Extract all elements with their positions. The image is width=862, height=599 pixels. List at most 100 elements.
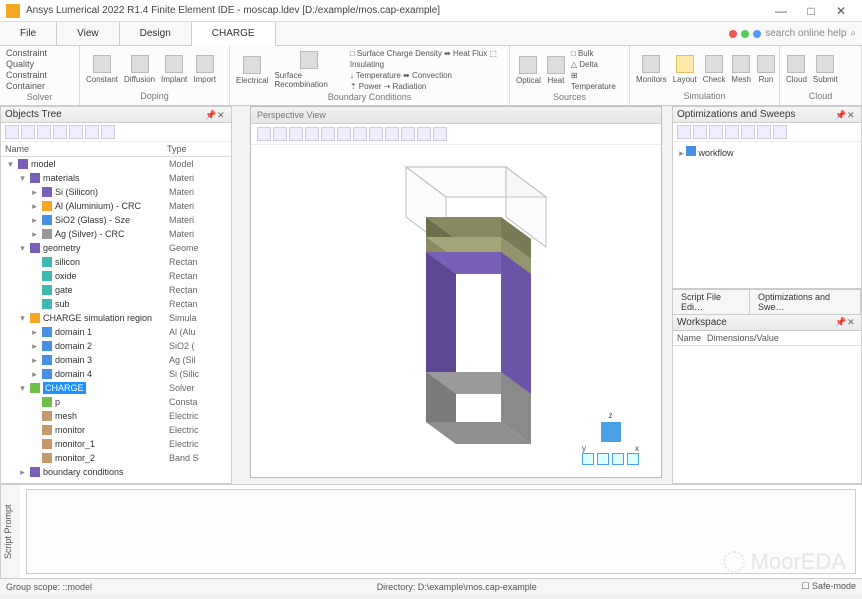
tree-row[interactable]: subRectan bbox=[1, 297, 231, 311]
expand-toggle-icon[interactable]: ▸ bbox=[30, 214, 39, 226]
expand-toggle-icon[interactable]: ▸ bbox=[30, 354, 39, 366]
vp-tool-3[interactable] bbox=[289, 127, 303, 141]
maximize-button[interactable]: □ bbox=[796, 1, 826, 21]
vp-tool-12[interactable] bbox=[433, 127, 447, 141]
vp-tool-7[interactable] bbox=[353, 127, 367, 141]
tree-row[interactable]: ▸ domain 1Al (Alu bbox=[1, 325, 231, 339]
tree-row[interactable]: monitor_1Electric bbox=[1, 437, 231, 451]
script-prompt-tab[interactable]: Script Prompt bbox=[0, 485, 20, 578]
tab-script-file-editor[interactable]: Script File Edi… bbox=[672, 289, 750, 315]
expand-toggle-icon[interactable]: ▸ bbox=[18, 466, 27, 478]
ribbon-mesh[interactable]: Mesh bbox=[731, 55, 751, 84]
panel-pin-icon[interactable]: 📌 bbox=[205, 110, 215, 120]
ribbon-surface-recomb[interactable]: Surface Recombination bbox=[274, 51, 343, 89]
tree-row[interactable]: monitorElectric bbox=[1, 423, 231, 437]
ribbon-cloud[interactable]: Cloud bbox=[786, 55, 807, 84]
ws-col-value[interactable]: Dimensions/Value bbox=[707, 333, 857, 343]
opt-pin-icon[interactable]: 📌 bbox=[835, 110, 845, 120]
tree-row[interactable]: ▸ Al (Aluminium) - CRCMateri bbox=[1, 199, 231, 213]
axis-triad[interactable]: z yx bbox=[582, 411, 639, 465]
opt-tool-1[interactable] bbox=[677, 125, 691, 139]
tree-row[interactable]: ▾ CHARGESolver bbox=[1, 381, 231, 395]
tree-list[interactable]: ▾ modelModel▾ materialsMateri▸ Si (Silic… bbox=[1, 157, 231, 483]
ribbon-delta[interactable]: △ Delta bbox=[571, 59, 623, 70]
tree-row[interactable]: oxideRectan bbox=[1, 269, 231, 283]
ws-close-icon[interactable]: ✕ bbox=[847, 317, 857, 327]
perspective-view-window[interactable]: Perspective View bbox=[250, 106, 662, 478]
opt-tool-6[interactable] bbox=[757, 125, 771, 139]
vp-tool-9[interactable] bbox=[385, 127, 399, 141]
tree-row[interactable]: pConsta bbox=[1, 395, 231, 409]
tree-tool-2[interactable] bbox=[21, 125, 35, 139]
tree-row[interactable]: ▸ domain 4Si (Silic bbox=[1, 367, 231, 381]
opt-workflow-item[interactable]: ▸ workflow bbox=[677, 146, 857, 159]
expand-toggle-icon[interactable]: ▾ bbox=[6, 158, 15, 170]
tree-row[interactable]: ▾ materialsMateri bbox=[1, 171, 231, 185]
ribbon-import[interactable]: Import bbox=[193, 55, 216, 84]
vp-tool-11[interactable] bbox=[417, 127, 431, 141]
axis-view-2[interactable] bbox=[597, 453, 609, 465]
ribbon-run[interactable]: Run bbox=[757, 55, 775, 84]
tree-row[interactable]: gateRectan bbox=[1, 283, 231, 297]
axis-view-3[interactable] bbox=[612, 453, 624, 465]
tree-col-name[interactable]: Name bbox=[5, 144, 167, 154]
ribbon-check[interactable]: Check bbox=[703, 55, 726, 84]
safe-mode-checkbox[interactable]: ☐ Safe-mode bbox=[801, 581, 856, 592]
expand-toggle-icon[interactable]: ▸ bbox=[30, 368, 39, 380]
tree-row[interactable]: ▸ boundary conditions bbox=[1, 465, 231, 479]
expand-toggle-icon[interactable]: ▸ bbox=[30, 186, 39, 198]
tree-row[interactable]: ▸ Si (Silicon)Materi bbox=[1, 185, 231, 199]
vp-tool-6[interactable] bbox=[337, 127, 351, 141]
expand-toggle-icon[interactable]: ▾ bbox=[18, 172, 27, 184]
ws-col-name[interactable]: Name bbox=[677, 333, 707, 343]
ribbon-diffusion[interactable]: Diffusion bbox=[124, 55, 155, 84]
tree-row[interactable]: siliconRectan bbox=[1, 255, 231, 269]
ws-pin-icon[interactable]: 📌 bbox=[835, 317, 845, 327]
close-button[interactable]: ✕ bbox=[826, 1, 856, 21]
ribbon-implant[interactable]: Implant bbox=[161, 55, 187, 84]
vp-tool-2[interactable] bbox=[273, 127, 287, 141]
ribbon-heat[interactable]: Heat bbox=[547, 56, 565, 85]
ribbon-constraint[interactable]: Constraint bbox=[6, 48, 73, 59]
axis-view-4[interactable] bbox=[627, 453, 639, 465]
tree-row[interactable]: ▸ domain 2SiO2 ( bbox=[1, 339, 231, 353]
opt-close-icon[interactable]: ✕ bbox=[847, 110, 857, 120]
vp-tool-1[interactable] bbox=[257, 127, 271, 141]
axis-view-1[interactable] bbox=[582, 453, 594, 465]
tree-row[interactable]: ▸ domain 3Ag (Sil bbox=[1, 353, 231, 367]
expand-toggle-icon[interactable]: ▸ bbox=[30, 200, 39, 212]
vp-tool-10[interactable] bbox=[401, 127, 415, 141]
ribbon-constant[interactable]: Constant bbox=[86, 55, 118, 84]
tab-optimizations-sweeps[interactable]: Optimizations and Swe… bbox=[749, 289, 861, 315]
expand-toggle-icon[interactable]: ▸ bbox=[30, 228, 39, 240]
opt-tool-5[interactable] bbox=[741, 125, 755, 139]
vp-tool-8[interactable] bbox=[369, 127, 383, 141]
ribbon-optical[interactable]: Optical bbox=[516, 56, 541, 85]
opt-tool-2[interactable] bbox=[693, 125, 707, 139]
vp-tool-4[interactable] bbox=[305, 127, 319, 141]
script-input[interactable] bbox=[26, 489, 856, 574]
expand-toggle-icon[interactable]: ▸ bbox=[30, 340, 39, 352]
tree-row[interactable]: ▾ geometryGeome bbox=[1, 241, 231, 255]
tree-tool-1[interactable] bbox=[5, 125, 19, 139]
tab-design[interactable]: Design bbox=[120, 22, 192, 45]
ribbon-bc-line2[interactable]: ↓ Temperature ⬌ Convection bbox=[350, 70, 503, 81]
tree-row[interactable]: monitor_2Band S bbox=[1, 451, 231, 465]
expand-toggle-icon[interactable]: ▾ bbox=[18, 242, 27, 254]
opt-tool-4[interactable] bbox=[725, 125, 739, 139]
tree-tool-6[interactable] bbox=[85, 125, 99, 139]
opt-tool-3[interactable] bbox=[709, 125, 723, 139]
tree-col-type[interactable]: Type bbox=[167, 144, 227, 154]
tab-view[interactable]: View bbox=[57, 22, 120, 45]
expand-toggle-icon[interactable]: ▾ bbox=[18, 382, 27, 394]
expand-toggle-icon[interactable]: ▸ bbox=[30, 326, 39, 338]
opt-tool-7[interactable] bbox=[773, 125, 787, 139]
ribbon-bc-line3[interactable]: ⇡ Power ⇢ Radiation bbox=[350, 81, 503, 92]
tree-tool-7[interactable] bbox=[101, 125, 115, 139]
expand-toggle-icon[interactable]: ▾ bbox=[18, 312, 27, 324]
tab-charge[interactable]: CHARGE bbox=[192, 22, 276, 46]
tab-file[interactable]: File bbox=[0, 22, 57, 45]
ribbon-container[interactable]: Container bbox=[6, 81, 73, 92]
search-icon[interactable]: ⌕ bbox=[850, 28, 856, 39]
ribbon-layout[interactable]: Layout bbox=[673, 55, 697, 84]
